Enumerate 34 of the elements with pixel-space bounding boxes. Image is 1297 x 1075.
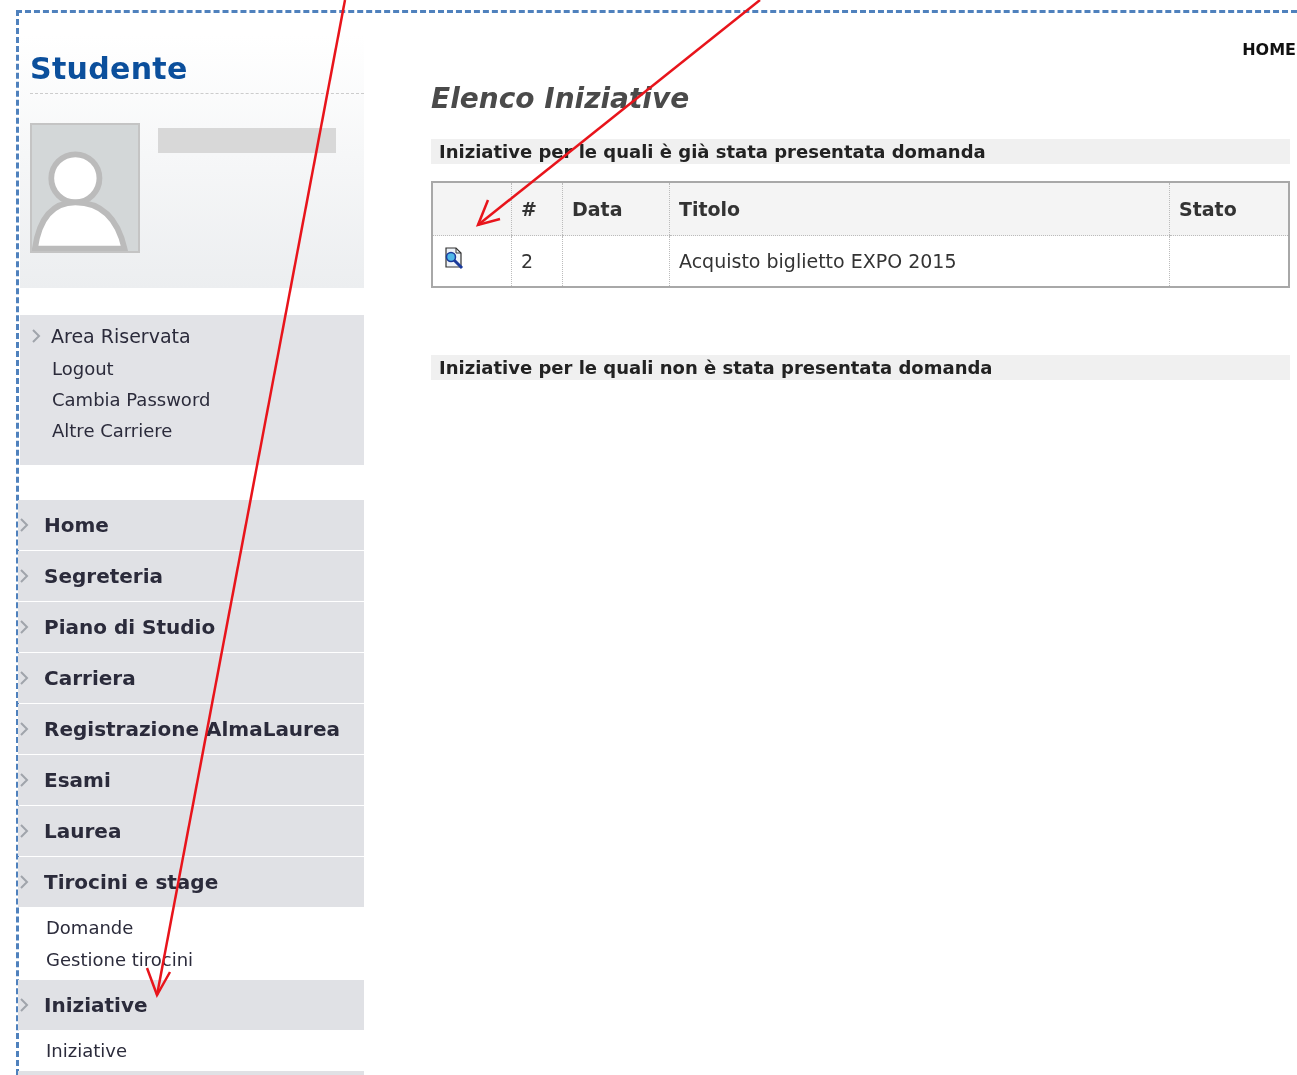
chevron-icon bbox=[20, 773, 29, 787]
home-link[interactable]: HOME bbox=[1242, 40, 1296, 59]
document-magnifier-icon[interactable] bbox=[442, 246, 466, 270]
chevron-icon bbox=[20, 824, 29, 838]
chevron-icon bbox=[20, 518, 29, 532]
submenu-link[interactable]: Iniziative bbox=[46, 1035, 127, 1067]
sidebar-title: Studente bbox=[30, 35, 364, 94]
menu-item[interactable]: Home bbox=[18, 500, 364, 550]
column-header: Titolo bbox=[669, 182, 1170, 236]
chevron-icon bbox=[20, 722, 29, 736]
avatar-icon bbox=[30, 123, 140, 253]
sidebar-link[interactable]: Cambia Password bbox=[52, 384, 211, 415]
chevron-icon bbox=[20, 569, 29, 583]
table-cell: 2 bbox=[511, 235, 563, 287]
menu-item[interactable]: Laurea bbox=[18, 806, 364, 856]
submenu-link[interactable]: Domande bbox=[46, 912, 134, 944]
chevron-icon bbox=[20, 998, 29, 1012]
menu-item[interactable]: Segreteria bbox=[18, 551, 364, 601]
menu-item[interactable]: Carriera bbox=[18, 653, 364, 703]
column-header: # bbox=[511, 182, 563, 236]
sidebar-link[interactable]: Altre Carriere bbox=[52, 415, 173, 446]
column-header: Data bbox=[562, 182, 670, 236]
table-cell: Acquisto biglietto EXPO 2015 bbox=[669, 235, 1170, 287]
sidebar-link[interactable]: Logout bbox=[52, 353, 114, 384]
section-title: Area Riservata bbox=[51, 325, 191, 347]
chevron-icon bbox=[20, 875, 29, 889]
menu-item[interactable]: Iniziative bbox=[18, 980, 364, 1030]
chevron-icon bbox=[20, 620, 29, 634]
chevron-icon bbox=[20, 671, 29, 685]
menu-item[interactable]: Esami bbox=[18, 755, 364, 805]
chevron-icon bbox=[32, 329, 41, 343]
section-heading: Iniziative per le quali non è stata presentata domanda bbox=[431, 355, 1290, 380]
menu-item[interactable]: Piano di Studio bbox=[18, 602, 364, 652]
column-header: Stato bbox=[1169, 182, 1289, 236]
